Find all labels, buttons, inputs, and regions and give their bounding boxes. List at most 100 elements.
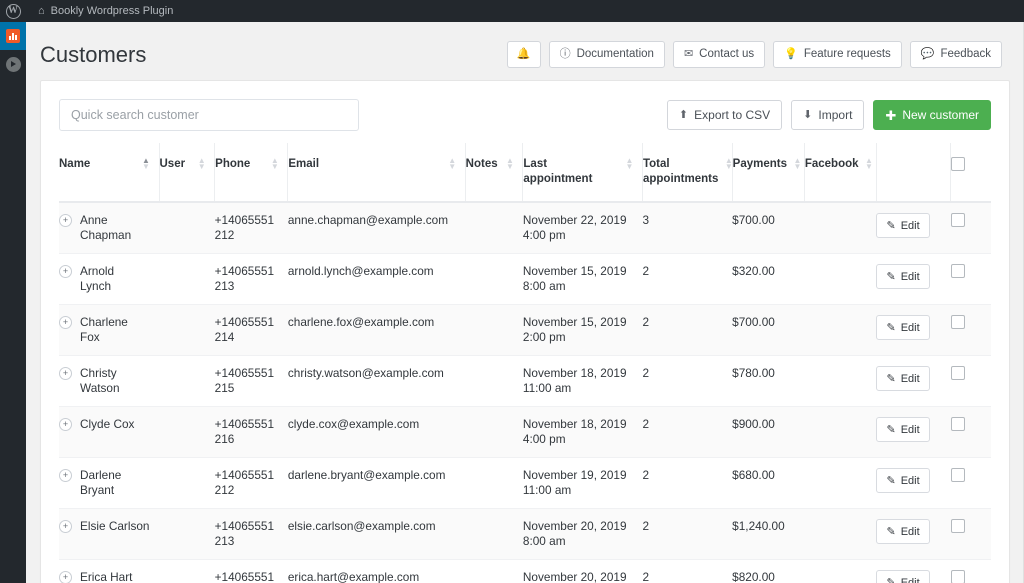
select-all-checkbox[interactable]	[951, 157, 966, 171]
cell-email: anne.chapman@example.com	[287, 202, 466, 254]
cell-phone: +14065551213	[214, 508, 288, 560]
table-row[interactable]: + Anne Chapman +14065551212 anne.chapman@exa…	[59, 202, 991, 254]
cell-notes	[465, 355, 523, 407]
edit-button[interactable]: ✎ Edit	[876, 468, 930, 493]
sort-icon[interactable]: ▲ ▼	[505, 157, 514, 171]
last-appointment: November 15, 2019 8:00 am	[522, 264, 627, 293]
wordpress-logo-button[interactable]	[0, 0, 26, 22]
edit-button[interactable]: ✎ Edit	[876, 519, 930, 544]
column-label: Name	[59, 158, 91, 170]
table-row[interactable]: + Christy Watson +14065551215 christy.watson…	[59, 355, 991, 407]
edit-icon: ✎	[886, 526, 896, 538]
sort-icon[interactable]: ▲ ▼	[142, 157, 151, 171]
row-checkbox[interactable]	[950, 570, 965, 583]
cell-select	[950, 457, 991, 509]
row-checkbox[interactable]	[950, 417, 965, 431]
expand-row-button[interactable]: +	[59, 316, 72, 329]
row-checkbox[interactable]	[950, 264, 965, 278]
column-header-email[interactable]: Email ▲ ▼	[287, 143, 466, 203]
edit-button[interactable]: ✎ Edit	[876, 315, 930, 340]
table-row[interactable]: + Charlene Fox +14065551214 charlene.fox@exa…	[59, 304, 991, 356]
row-checkbox[interactable]	[950, 213, 965, 227]
cell-actions: ✎ Edit	[876, 508, 951, 560]
sort-icon[interactable]: ▲ ▼	[793, 157, 802, 171]
table-row[interactable]: + Arnold Lynch +14065551213 arnold.lynch@exa…	[59, 253, 991, 305]
sort-icon[interactable]: ▲ ▼	[197, 157, 206, 171]
cell-user	[159, 457, 215, 509]
export-to-csv-button[interactable]: ⬆ Export to CSV	[666, 100, 783, 130]
cell-total-appointments: 3	[642, 202, 733, 254]
column-label: Email	[288, 158, 320, 170]
new-customer-button[interactable]: ✚ New customer	[873, 100, 991, 130]
table-row[interactable]: + Erica Hart +14065551214erica.hart@exampl…	[59, 559, 991, 583]
expand-row-button[interactable]: +	[59, 520, 72, 533]
edit-button[interactable]: ✎ Edit	[876, 570, 930, 583]
edit-button[interactable]: ✎ Edit	[876, 366, 930, 391]
table-head: Name ▲ ▼ User ▲ ▼ Phone ▲ ▼ Email ▲ ▼ No…	[59, 143, 991, 203]
admin-sidebar	[0, 22, 30, 583]
column-header-notes[interactable]: Notes ▲ ▼	[465, 143, 524, 203]
row-checkbox[interactable]	[950, 315, 965, 329]
sort-icon[interactable]: ▲ ▼	[625, 157, 634, 171]
table-row[interactable]: + Clyde Cox +14065551216 clyde.cox@example.…	[59, 406, 991, 458]
column-header-phone[interactable]: Phone ▲ ▼	[214, 143, 289, 203]
sort-icon[interactable]: ▲ ▼	[448, 157, 457, 171]
edit-button[interactable]: ✎ Edit	[876, 417, 930, 442]
cell-name: + Erica Hart	[59, 559, 159, 583]
column-label: Total appointments	[642, 158, 719, 185]
sort-icon[interactable]: ▲ ▼	[865, 157, 874, 171]
column-header-name[interactable]: Name ▲ ▼	[59, 143, 160, 203]
row-checkbox[interactable]	[950, 366, 965, 380]
cell-total-appointments: 2	[642, 253, 733, 305]
expand-row-button[interactable]: +	[59, 265, 72, 278]
edit-icon: ✎	[886, 424, 896, 436]
table-row[interactable]: + Darlene Bryant +14065551212 darlene.bryant…	[59, 457, 991, 509]
column-header-total-appointments[interactable]: Total appointments ▲ ▼	[642, 143, 733, 203]
column-header-payments[interactable]: Payments ▲ ▼	[732, 143, 805, 203]
customers-card: ⬆ Export to CSV ⬇ Import ✚ New customer	[40, 80, 1010, 583]
column-header-last-appointment[interactable]: Last appointment ▲ ▼	[522, 143, 643, 203]
column-header-select-all	[950, 143, 991, 203]
last-appointment: November 18, 2019 4:00 pm	[522, 417, 627, 446]
last-appointment: November 15, 2019 2:00 pm	[522, 315, 627, 344]
notifications-button[interactable]: 🔔	[506, 40, 541, 68]
column-header-user[interactable]: User ▲ ▼	[159, 143, 216, 203]
cell-notes	[465, 457, 523, 509]
row-checkbox[interactable]	[950, 519, 965, 533]
expand-row-button[interactable]: +	[59, 418, 72, 431]
documentation-button[interactable]: ⓘ Documentation	[548, 40, 665, 68]
edit-icon: ✎	[886, 373, 896, 385]
row-checkbox[interactable]	[950, 468, 965, 482]
envelope-icon: ✉	[683, 47, 694, 60]
cell-payments: $700.00	[732, 304, 805, 356]
search-input[interactable]	[59, 99, 359, 131]
expand-row-button[interactable]: +	[59, 469, 72, 482]
edit-label: Edit	[900, 270, 920, 283]
cell-name: + Elsie Carlson	[59, 508, 159, 560]
card-toolbar: ⬆ Export to CSV ⬇ Import ✚ New customer	[41, 81, 1009, 143]
feature-requests-button[interactable]: 💡 Feature requests	[773, 40, 902, 68]
expand-row-button[interactable]: +	[59, 367, 72, 380]
edit-button[interactable]: ✎ Edit	[876, 264, 930, 289]
edit-icon: ✎	[886, 475, 896, 487]
expand-row-button[interactable]: +	[59, 214, 72, 227]
bell-icon: 🔔	[516, 47, 531, 60]
feedback-button[interactable]: 💬 Feedback	[909, 40, 1002, 68]
sort-icon[interactable]: ▲ ▼	[270, 157, 279, 171]
import-button[interactable]: ⬇ Import	[791, 100, 865, 130]
cell-total-appointments: 2	[642, 457, 733, 509]
upload-icon: ⬆	[678, 108, 689, 121]
table-row[interactable]: + Elsie Carlson +14065551213 elsie.carlson@…	[59, 508, 991, 560]
edit-label: Edit	[900, 219, 920, 232]
edit-button[interactable]: ✎ Edit	[876, 213, 930, 238]
column-header-facebook[interactable]: Facebook ▲ ▼	[804, 143, 877, 203]
cell-actions: ✎ Edit	[876, 202, 951, 254]
expand-row-button[interactable]: +	[59, 571, 72, 583]
sidebar-item-media[interactable]	[0, 50, 26, 78]
site-name-link[interactable]: ⌂ Bookly Wordpress Plugin	[26, 0, 183, 22]
last-appointment: November 20, 20199:00 am	[522, 570, 627, 583]
cell-phone: +14065551212	[214, 202, 288, 254]
sidebar-item-bookly[interactable]	[0, 22, 30, 50]
cell-email: arnold.lynch@example.com	[287, 253, 466, 305]
contact-us-button[interactable]: ✉ Contact us	[672, 40, 766, 68]
